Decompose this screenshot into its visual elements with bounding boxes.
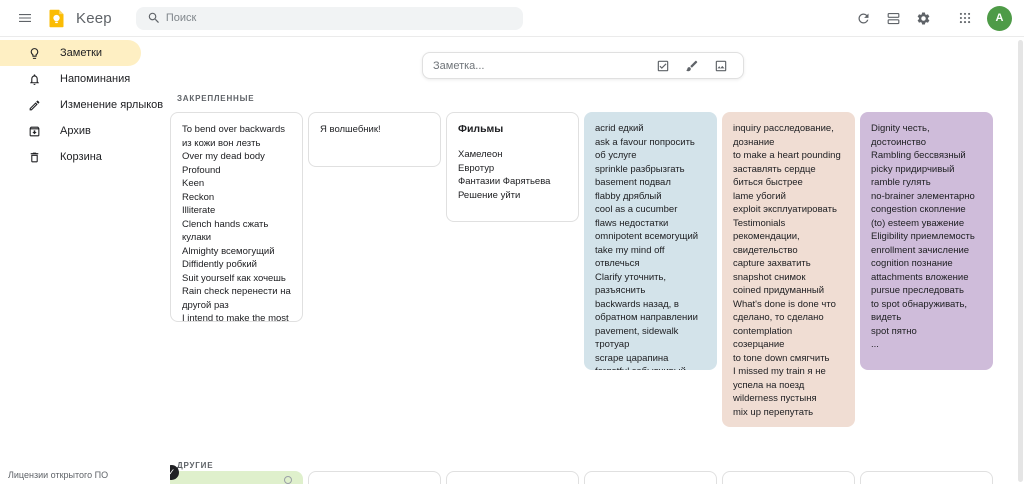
note-card-vocabulary[interactable]: To bend over backwards из кожи вон лезть… [170,112,303,322]
search-input[interactable] [165,12,517,24]
image-icon [714,59,728,73]
others-notes-row: ✓ [170,465,993,484]
google-apps-button[interactable] [950,3,980,33]
note-card[interactable] [584,471,717,484]
archive-icon [28,125,41,138]
note-card-wizard[interactable]: Я волшебник! [308,112,441,167]
settings-button[interactable] [908,3,938,33]
note-text: To bend over backwards из кожи вон лезть… [182,124,291,322]
sidebar-item-label: Архив [60,125,91,137]
note-text: Я волшебник! [320,124,381,135]
refresh-icon [856,11,871,26]
note-card-films[interactable]: Фильмы Хамелеон Евротур Фантазии Фарятье… [446,112,579,222]
trash-icon [28,151,41,164]
note-title: Фильмы [458,123,504,135]
checkbox-icon [656,59,670,73]
sidebar-item-notes[interactable]: Заметки [0,40,141,66]
view-toggle-button[interactable] [878,3,908,33]
sidebar-item-label: Напоминания [60,73,131,85]
new-note-input[interactable] [433,59,646,72]
new-note-composer [422,52,744,79]
note-card-blue-vocab[interactable]: acrid едкий ask a favour попросить об ус… [584,112,717,370]
app-title: Keep [76,9,112,27]
note-text: acrid едкий ask a favour попросить об ус… [595,123,699,370]
lightbulb-icon [28,47,41,60]
main-menu-button[interactable] [10,3,40,33]
sidebar-item-trash[interactable]: Корзина [0,144,141,170]
note-text: inquiry расследование, дознание to make … [733,123,841,427]
bell-icon [28,73,41,86]
sidebar-item-label: Изменение ярлыков [60,99,164,111]
others-section-label: ДРУГИЕ [177,461,214,470]
pinned-section-label: ЗАКРЕПЛЕННЫЕ [177,94,255,103]
search-button[interactable] [142,6,166,30]
note-card[interactable] [722,471,855,484]
open-source-licenses-link[interactable]: Лицензии открытого ПО [8,470,108,480]
search-bar [135,6,523,30]
sidebar-item-archive[interactable]: Архив [0,118,141,144]
note-selected-check-icon[interactable]: ✓ [170,465,179,480]
notes-area: ЗАКРЕПЛЕННЫЕ To bend over backwards из к… [170,37,1024,484]
google-apps-icon [958,11,972,25]
note-card[interactable] [308,471,441,484]
brush-icon [685,59,699,73]
list-view-icon [886,11,901,26]
sidebar-item-label: Корзина [60,151,102,163]
sidebar-item-label: Заметки [60,47,103,59]
sidebar-item-reminders[interactable]: Напоминания [0,66,141,92]
keep-logo-icon [46,8,67,29]
new-drawing-button[interactable] [680,54,704,78]
settings-icon [916,11,931,26]
top-app-bar: Keep Поиск A [0,0,1024,37]
pencil-icon [28,99,41,112]
refresh-button[interactable] [848,3,878,33]
note-card-purple-vocab[interactable]: Dignity честь, достоинство Rambling бесс… [860,112,993,370]
note-card-selected-green[interactable]: ✓ [170,465,303,484]
account-avatar[interactable]: A [987,5,1012,31]
hamburger-icon [17,10,33,26]
scrollbar[interactable] [1018,40,1023,482]
note-card-pink-vocab[interactable]: inquiry расследование, дознание to make … [722,112,855,427]
note-text: Хамелеон Евротур Фантазии Фарятьева Реше… [458,149,551,201]
note-card[interactable] [860,471,993,484]
keep-logo-link[interactable]: Keep [46,8,112,29]
new-image-note-button[interactable] [709,54,733,78]
sidebar-item-edit-labels[interactable]: Изменение ярлыков [0,92,163,118]
note-corner-icon [284,476,292,484]
navigation-drawer: Заметки Напоминания Изменение ярлыков Ар… [0,37,163,484]
note-text: Dignity честь, достоинство Rambling бесс… [871,123,975,350]
search-icon [147,11,161,25]
pinned-notes-row: To bend over backwards из кожи вон лезть… [170,112,993,427]
new-checklist-button[interactable] [651,54,675,78]
note-card[interactable] [446,471,579,484]
